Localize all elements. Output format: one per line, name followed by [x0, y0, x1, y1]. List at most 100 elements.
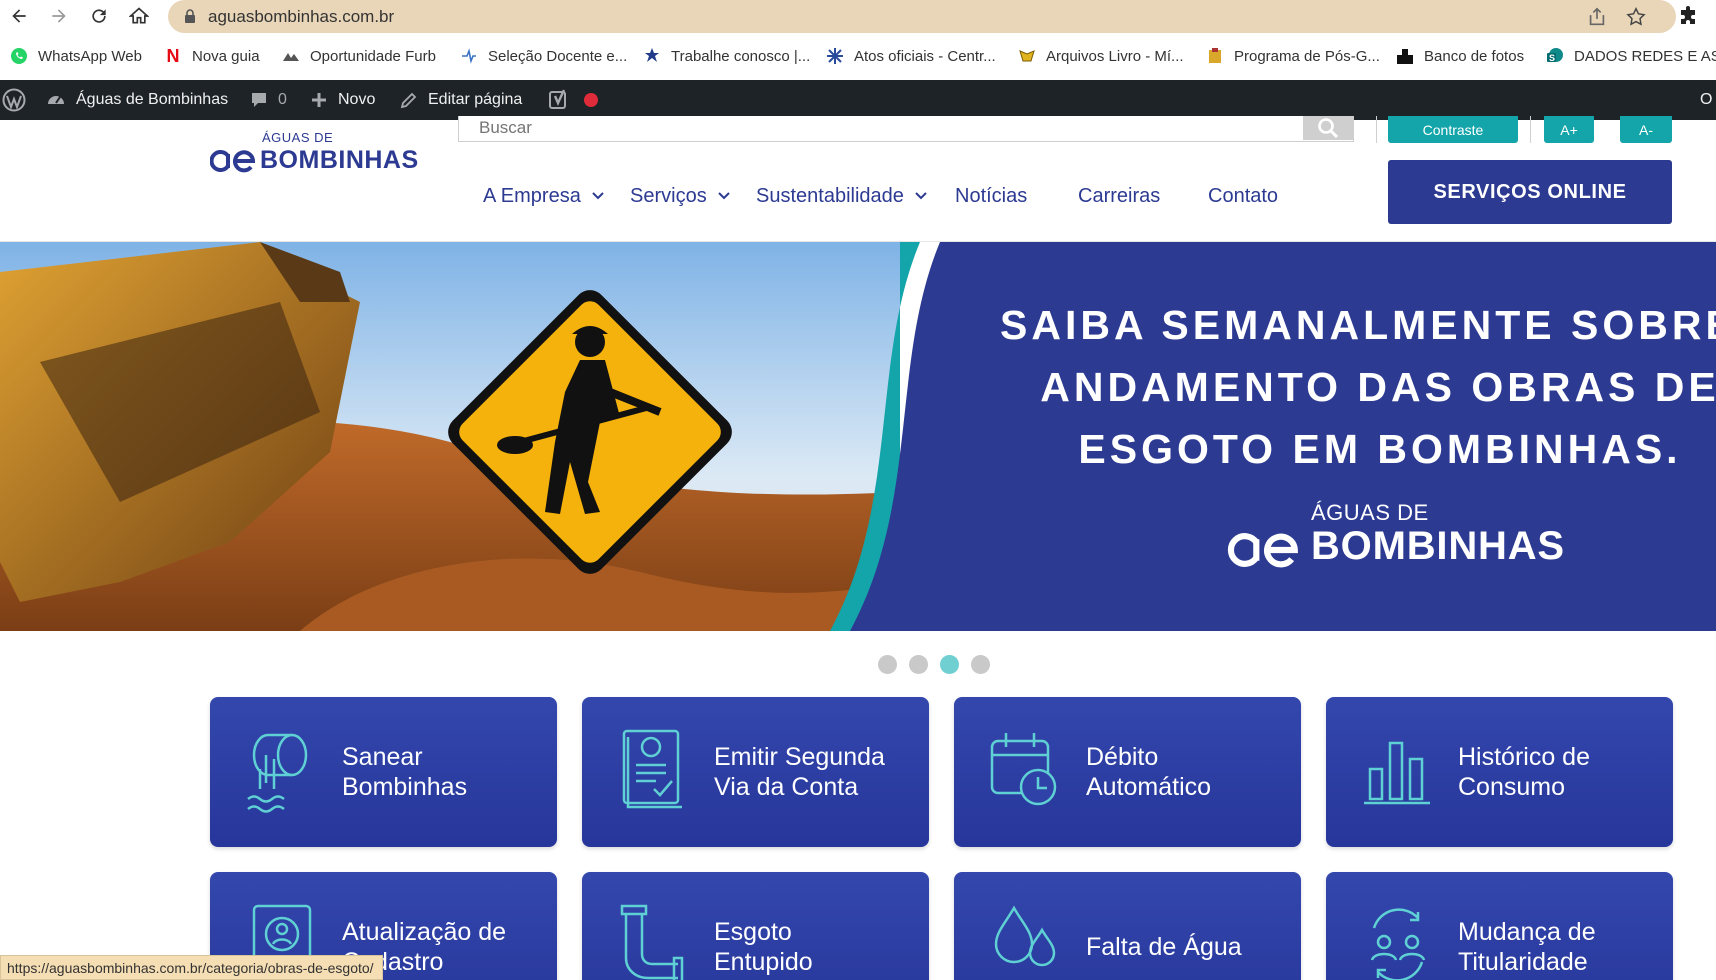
hero-banner[interactable]: SAIBA SEMANALMENTE SOBRE O ANDAMENTO DAS…	[0, 242, 1716, 631]
home-icon[interactable]	[126, 3, 152, 29]
contrast-button[interactable]: Contraste	[1388, 116, 1518, 143]
font-decrease-button[interactable]: A-	[1620, 116, 1672, 143]
furb-icon	[282, 47, 300, 65]
sewer-pipe-icon	[620, 904, 684, 980]
calendar-clock-icon	[990, 733, 1057, 806]
nav-a-empresa[interactable]: A Empresa	[483, 178, 605, 214]
card-esgoto-entupido[interactable]: Esgoto Entupido	[582, 872, 929, 980]
bookmark-arquivos-livro[interactable]: Arquivos Livro - Mí...	[1018, 40, 1184, 72]
bookmark-trabalhe-conosco[interactable]: Trabalhe conosco |...	[643, 40, 810, 72]
admin-site-link[interactable]: Águas de Bombinhas	[46, 80, 228, 120]
card-sanear-bombinhas[interactable]: Sanear Bombinhas	[210, 697, 557, 847]
nav-sustentabilidade[interactable]: Sustentabilidade	[756, 178, 928, 214]
browser-chrome: aguasbombinhas.com.br WhatsApp Web N Nov…	[0, 0, 1716, 80]
nav-carreiras[interactable]: Carreiras	[1078, 178, 1160, 214]
url-text: aguasbombinhas.com.br	[208, 7, 395, 26]
divider	[1376, 116, 1377, 143]
admin-edit-page[interactable]: Editar página	[400, 80, 522, 120]
admin-right-item[interactable]: O	[1700, 80, 1712, 120]
bookmark-programa-pos[interactable]: Programa de Pós-G...	[1206, 40, 1380, 72]
wordpress-icon[interactable]	[2, 80, 36, 120]
nav-label: Notícias	[955, 184, 1028, 207]
admin-comments[interactable]: 0	[250, 80, 287, 120]
site-header: ÁGUAS DE BOMBINHAS Contraste A+ A- A Emp…	[0, 116, 1716, 242]
card-label: Esgoto Entupido	[714, 918, 813, 976]
bookmark-label: DADOS REDES E AS...	[1574, 47, 1716, 65]
trabalhe-icon	[643, 47, 661, 65]
card-mudanca-titularidade[interactable]: Mudança de Titularidade	[1326, 872, 1673, 980]
bookmark-banco-fotos[interactable]: Banco de fotos	[1396, 40, 1524, 72]
search-box	[458, 116, 1354, 142]
comments-count: 0	[278, 91, 287, 108]
comment-icon	[252, 93, 266, 107]
forward-icon[interactable]	[46, 3, 72, 29]
bookmark-label: Trabalhe conosco |...	[671, 47, 811, 65]
document-icon	[622, 729, 682, 809]
hero-logo-big: BOMBINHAS	[1311, 524, 1565, 568]
nav-noticias[interactable]: Notícias	[955, 178, 1027, 214]
share-icon[interactable]	[1586, 6, 1608, 28]
seo-status-dot	[584, 80, 598, 120]
card-label: Emitir Segunda Via da Conta	[714, 743, 885, 801]
selecao-icon	[460, 47, 478, 65]
browser-toolbar: aguasbombinhas.com.br	[0, 0, 1716, 33]
dashboard-icon	[48, 96, 64, 104]
font-increase-button[interactable]: A+	[1544, 116, 1594, 143]
bookmarks-bar: WhatsApp Web N Nova guia Oportunidade Fu…	[0, 40, 1716, 72]
back-icon[interactable]	[6, 3, 32, 29]
star-icon[interactable]	[1625, 6, 1647, 28]
bookmark-whatsapp[interactable]: WhatsApp Web	[10, 40, 142, 72]
hero-line-1: SAIBA SEMANALMENTE SOBRE O	[1000, 302, 1716, 348]
bookmark-label: Seleção Docente e...	[488, 47, 628, 65]
card-label: Sanear Bombinhas	[342, 743, 468, 801]
bookmark-dados-redes[interactable]: S DADOS REDES E AS...	[1546, 40, 1716, 72]
servicos-online-button[interactable]: SERVIÇOS ONLINE	[1388, 160, 1672, 224]
card-segunda-via[interactable]: Emitir Segunda Via da Conta	[582, 697, 929, 847]
admin-new[interactable]: Novo	[310, 80, 375, 120]
nav-servicos[interactable]: Serviços	[630, 178, 731, 214]
logo-mark-icon	[210, 150, 256, 173]
wp-admin-bar: Águas de Bombinhas 0 Novo Editar página …	[0, 80, 1716, 120]
bookmark-label: Programa de Pós-G...	[1234, 47, 1380, 65]
carousel-dot-3[interactable]	[940, 655, 959, 674]
carousel-dot-2[interactable]	[909, 655, 928, 674]
netflix-icon: N	[166, 45, 180, 66]
banco-fotos-icon	[1396, 47, 1414, 65]
water-drops-icon	[994, 905, 1056, 967]
hero-logo: ÁGUAS DE BOMBINHAS	[1226, 500, 1564, 580]
extensions-icon[interactable]	[1676, 5, 1700, 29]
bookmark-label: Oportunidade Furb	[310, 47, 436, 65]
card-label: Débito Automático	[1086, 743, 1212, 801]
card-label: Histórico de Consumo	[1458, 743, 1590, 801]
bookmark-label: Atos oficiais - Centr...	[854, 47, 996, 65]
chevron-down-icon	[717, 192, 730, 200]
atos-icon	[826, 47, 844, 65]
bookmark-nova-guia[interactable]: N Nova guia	[164, 40, 260, 72]
bookmark-oportunidade-furb[interactable]: Oportunidade Furb	[282, 40, 436, 72]
bookmark-label: Arquivos Livro - Mí...	[1046, 47, 1184, 65]
bookmark-atos-oficiais[interactable]: Atos oficiais - Centr...	[826, 40, 996, 72]
lock-icon	[185, 9, 195, 23]
hero-logo-small: ÁGUAS DE	[1311, 500, 1429, 525]
pencil-icon	[400, 92, 417, 109]
card-debito-automatico[interactable]: Débito Automático	[954, 697, 1301, 847]
svg-text:S: S	[1549, 53, 1555, 63]
card-falta-de-agua[interactable]: Falta de Água	[954, 872, 1301, 980]
search-button[interactable]	[1303, 116, 1353, 140]
bookmark-selecao-docente[interactable]: Seleção Docente e...	[460, 40, 627, 72]
search-input[interactable]	[459, 116, 1305, 140]
nav-label: Contato	[1208, 184, 1279, 207]
carousel-dot-4[interactable]	[971, 655, 990, 674]
chevron-down-icon	[592, 192, 604, 200]
status-bar-url: https://aguasbombinhas.com.br/categoria/…	[0, 955, 383, 980]
site-logo[interactable]: ÁGUAS DE BOMBINHAS	[210, 126, 418, 182]
programa-icon	[1206, 47, 1224, 65]
card-historico-consumo[interactable]: Histórico de Consumo	[1326, 697, 1673, 847]
reload-icon[interactable]	[86, 3, 112, 29]
yoast-icon[interactable]	[548, 80, 580, 120]
address-bar[interactable]: aguasbombinhas.com.br	[168, 0, 1676, 33]
bookmark-label: Nova guia	[192, 47, 260, 65]
search-icon	[1318, 118, 1339, 139]
carousel-dot-1[interactable]	[878, 655, 897, 674]
nav-contato[interactable]: Contato	[1208, 178, 1278, 214]
